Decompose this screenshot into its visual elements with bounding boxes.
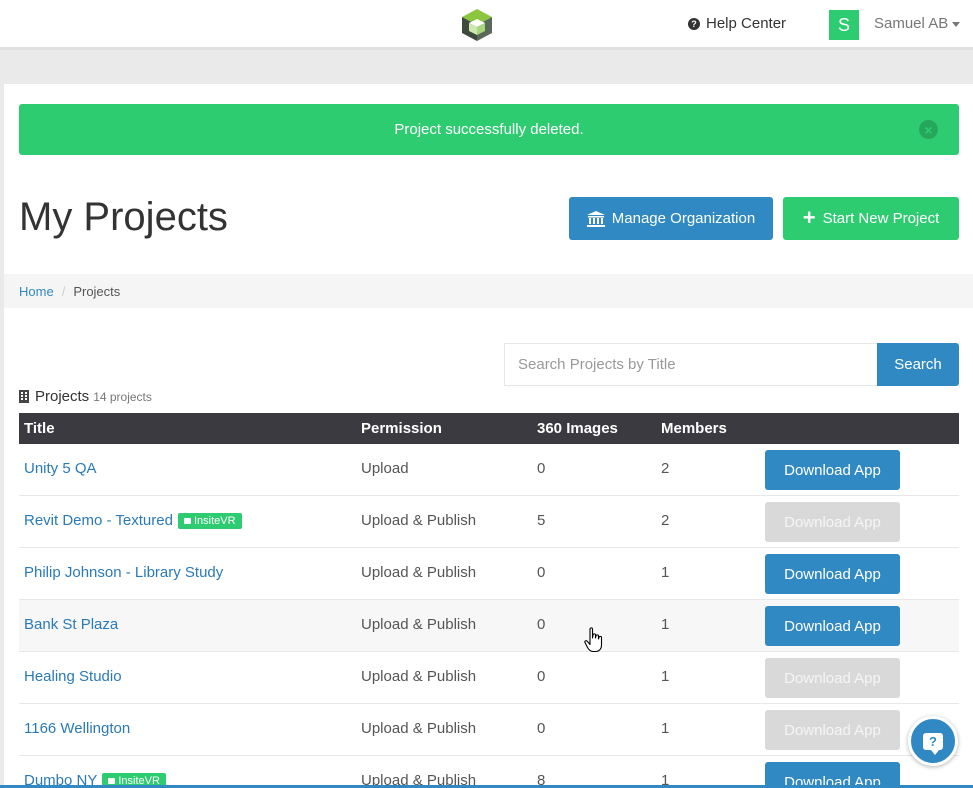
project-title-link[interactable]: Unity 5 QA (24, 460, 97, 477)
project-title[interactable]: Philip Johnson - Library Study (24, 564, 223, 581)
projects-table: Title Permission 360 Images Members Unit… (19, 413, 959, 788)
project-members-count: 1 (661, 564, 670, 581)
table-row: 1166 Wellington Upload & Publish 0 1 Dow… (19, 704, 959, 756)
table-row: Healing Studio Upload & Publish 0 1 Down… (19, 652, 959, 704)
search-button[interactable]: Search (877, 343, 959, 386)
project-title[interactable]: Revit Demo - Textured (24, 512, 173, 529)
project-title-link[interactable]: 1166 Wellington (24, 720, 130, 737)
project-permission: Upload (361, 460, 409, 477)
download-app-button[interactable]: Download App (765, 554, 900, 594)
project-permission: Upload & Publish (361, 668, 477, 685)
breadcrumb-separator: / (61, 283, 66, 299)
help-center-label: Help Center (706, 15, 787, 32)
project-images-count: 0 (537, 564, 546, 581)
table-row: Revit Demo - Textured InsiteVR Upload & … (19, 496, 959, 548)
breadcrumb-current: Projects (73, 283, 121, 299)
project-permission: Upload & Publish (361, 512, 477, 529)
column-header-members[interactable]: Members (661, 420, 727, 437)
project-permission: Upload & Publish (361, 564, 477, 581)
tag-label: InsiteVR (193, 514, 236, 527)
project-members-count: 1 (661, 720, 670, 737)
project-members-count: 1 (661, 668, 670, 685)
project-title-link[interactable]: Healing Studio (24, 668, 122, 685)
download-app-button[interactable]: Download App (765, 450, 900, 490)
logo-cube-icon[interactable] (459, 7, 495, 43)
avatar[interactable]: S (829, 10, 859, 40)
table-row: Unity 5 QA Upload 0 2 Download App (19, 444, 959, 496)
top-navbar: ? Help Center S Samuel AB (0, 0, 973, 50)
project-title[interactable]: Bank St Plaza (24, 616, 118, 633)
project-images-count: 0 (537, 720, 546, 737)
table-row: Bank St Plaza Upload & Publish 0 1 Downl… (19, 600, 959, 652)
unlock-icon (183, 517, 191, 524)
close-circle-icon[interactable]: × (919, 120, 938, 139)
projects-count: 14 projects (93, 390, 152, 404)
chat-help-button[interactable]: ? (908, 716, 958, 766)
alert-message: Project successfully deleted. (394, 121, 584, 138)
project-images-count: 0 (537, 616, 546, 633)
search-input[interactable]: Search Projects by Title (504, 343, 878, 386)
table-row: Philip Johnson - Library Study Upload & … (19, 548, 959, 600)
column-header-images[interactable]: 360 Images (537, 420, 618, 437)
chat-help-icon: ? (923, 732, 943, 755)
column-header-permission[interactable]: Permission (361, 420, 442, 437)
building-icon (19, 390, 29, 403)
project-title[interactable]: Unity 5 QA (24, 460, 97, 477)
breadcrumb-home[interactable]: Home (19, 284, 54, 299)
table-row: Dumbo NY InsiteVR Upload & Publish 8 1 D… (19, 756, 959, 788)
project-members-count: 2 (661, 512, 670, 529)
download-app-button[interactable]: Download App (765, 606, 900, 646)
user-name: Samuel AB (874, 15, 949, 32)
page-title: My Projects (19, 195, 228, 239)
download-app-button-disabled[interactable]: Download App (765, 502, 900, 542)
caret-down-icon (952, 22, 961, 27)
project-permission: Upload & Publish (361, 720, 477, 737)
hand-cursor-icon (584, 627, 603, 653)
manage-organization-label: Manage Organization (611, 210, 756, 227)
project-title-link[interactable]: Philip Johnson - Library Study (24, 564, 223, 581)
help-center-link[interactable]: ? Help Center (688, 15, 786, 32)
project-title[interactable]: Healing Studio (24, 668, 122, 685)
user-menu[interactable]: Samuel AB (874, 15, 961, 32)
unlock-icon (108, 777, 116, 784)
breadcrumb: Home / Projects (4, 274, 973, 308)
project-images-count: 5 (537, 512, 546, 529)
success-alert: Project successfully deleted. × (19, 104, 959, 155)
project-images-count: 0 (537, 668, 546, 685)
project-permission: Upload & Publish (361, 616, 477, 633)
manage-organization-button[interactable]: Manage Organization (569, 197, 773, 240)
table-header: Title Permission 360 Images Members (19, 413, 959, 444)
bank-icon (586, 210, 605, 227)
project-title-link[interactable]: Revit Demo - Textured InsiteVR (24, 512, 242, 529)
start-new-project-label: Start New Project (822, 210, 940, 227)
projects-heading: Projects 14 projects (19, 388, 152, 405)
insitevr-tag: InsiteVR (177, 512, 242, 529)
projects-heading-label: Projects (35, 388, 90, 405)
project-members-count: 1 (661, 616, 670, 633)
plus-icon: + (802, 204, 816, 230)
start-new-project-button[interactable]: + Start New Project (783, 197, 959, 240)
help-circle-icon: ? (688, 17, 700, 30)
project-title[interactable]: 1166 Wellington (24, 720, 130, 737)
project-images-count: 0 (537, 460, 546, 477)
project-members-count: 2 (661, 460, 670, 477)
download-app-button-disabled[interactable]: Download App (765, 710, 900, 750)
download-app-button-disabled[interactable]: Download App (765, 658, 900, 698)
project-title-link[interactable]: Bank St Plaza (24, 616, 118, 633)
column-header-title[interactable]: Title (24, 420, 55, 437)
